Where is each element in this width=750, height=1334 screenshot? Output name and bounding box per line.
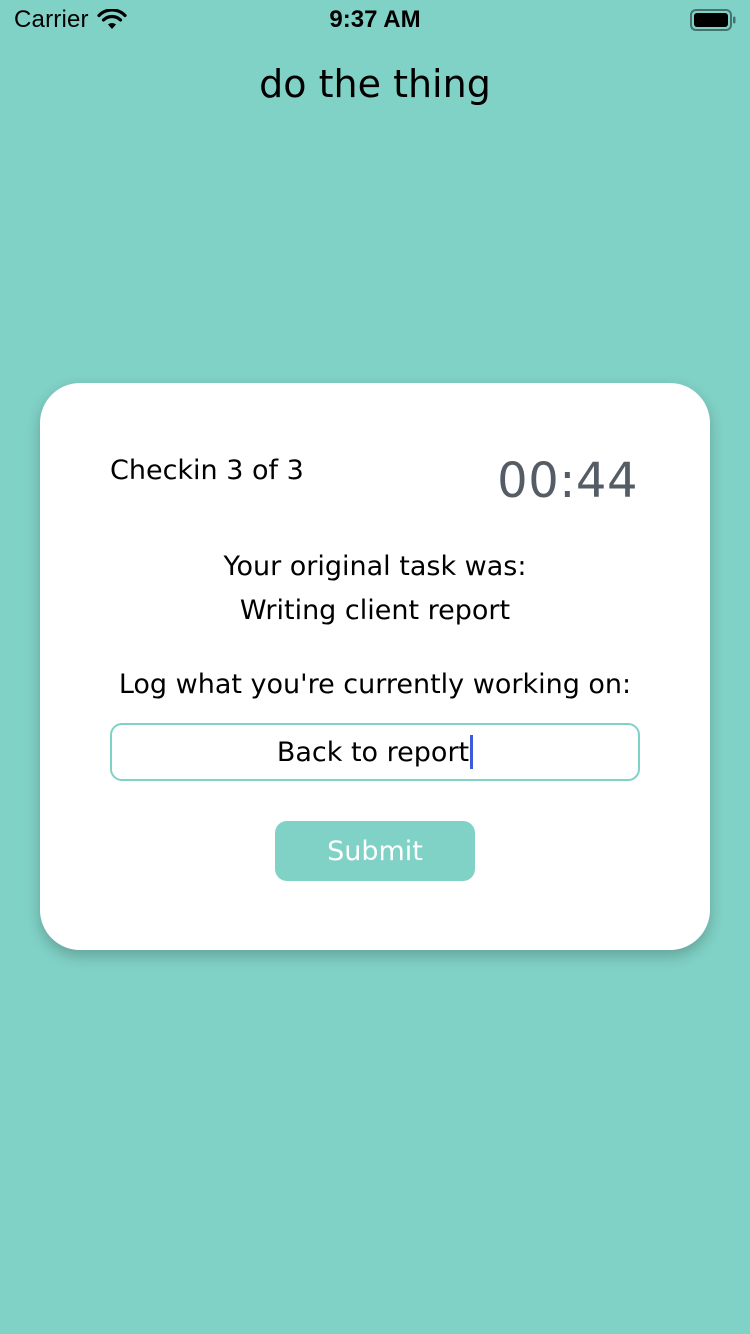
status-time: 9:37 AM xyxy=(329,6,421,33)
text-caret xyxy=(470,735,474,769)
log-input-field[interactable]: Back to report xyxy=(110,723,640,781)
app-title: do the thing xyxy=(259,62,491,106)
checkin-counter: Checkin 3 of 3 xyxy=(110,455,304,486)
countdown-timer: 00:44 xyxy=(497,453,638,509)
original-task-label: Your original task was: xyxy=(223,551,527,582)
checkin-card: Checkin 3 of 3 00:44 Your original task … xyxy=(40,383,710,950)
log-prompt: Log what you're currently working on: xyxy=(118,669,632,700)
battery-full-icon xyxy=(690,9,736,31)
log-input-value[interactable]: Back to report xyxy=(277,737,469,768)
submit-button[interactable]: Submit xyxy=(275,821,475,881)
status-bar: Carrier 9:37 AM xyxy=(0,0,750,40)
original-task-value: Writing client report xyxy=(239,595,511,626)
